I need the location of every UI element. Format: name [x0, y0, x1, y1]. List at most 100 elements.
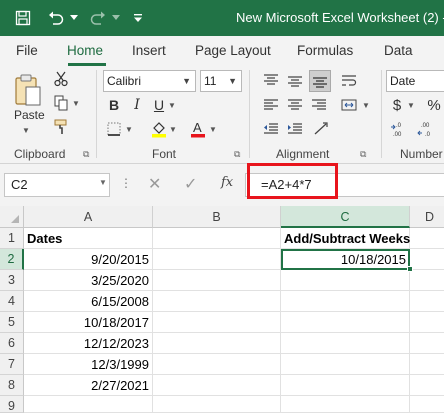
- save-icon[interactable]: [10, 0, 36, 36]
- cell-b6[interactable]: [153, 333, 281, 354]
- increase-indent-icon[interactable]: [285, 120, 305, 138]
- paste-icon[interactable]: [10, 72, 46, 108]
- cell-d6[interactable]: [410, 333, 444, 354]
- cell-a2[interactable]: 9/20/2015: [24, 249, 153, 270]
- cell-a7[interactable]: 12/3/1999: [24, 354, 153, 375]
- column-header-b[interactable]: B: [153, 206, 281, 228]
- format-painter-icon[interactable]: [52, 118, 70, 136]
- undo-icon[interactable]: [44, 0, 68, 36]
- cell-d4[interactable]: [410, 291, 444, 312]
- cell-d2[interactable]: [410, 249, 444, 270]
- cell-c6[interactable]: [281, 333, 410, 354]
- name-box-dropdown-icon[interactable]: ▼: [99, 178, 107, 187]
- cut-icon[interactable]: [52, 70, 70, 88]
- tab-home[interactable]: Home: [67, 43, 103, 58]
- fill-color-dropdown-icon[interactable]: ▼: [169, 125, 177, 134]
- middle-align-icon[interactable]: [285, 72, 305, 90]
- worksheet-grid[interactable]: A B C D 1 2 3 4 5 6 7 8 9 Dates Add/Subt…: [0, 206, 444, 413]
- cell-b2[interactable]: [153, 249, 281, 270]
- fill-handle[interactable]: [407, 266, 413, 272]
- name-box[interactable]: C2: [4, 173, 110, 197]
- number-format-dropdown[interactable]: Date: [386, 70, 444, 92]
- italic-button[interactable]: I: [129, 96, 145, 114]
- cell-c7[interactable]: [281, 354, 410, 375]
- decrease-indent-icon[interactable]: [261, 120, 281, 138]
- font-name-dropdown[interactable]: Calibri ▼: [103, 70, 196, 92]
- cell-c5[interactable]: [281, 312, 410, 333]
- orientation-icon[interactable]: [311, 120, 331, 138]
- align-right-icon[interactable]: [309, 96, 329, 114]
- font-launcher-icon[interactable]: ⧉: [234, 149, 240, 160]
- row-header-1[interactable]: 1: [0, 228, 24, 249]
- borders-icon[interactable]: [106, 121, 122, 137]
- cell-d5[interactable]: [410, 312, 444, 333]
- tab-page-layout[interactable]: Page Layout: [195, 43, 271, 58]
- cell-b3[interactable]: [153, 270, 281, 291]
- cell-b1[interactable]: [153, 228, 281, 249]
- tab-insert[interactable]: Insert: [132, 43, 166, 58]
- cell-c3[interactable]: [281, 270, 410, 291]
- enter-icon[interactable]: ✓: [184, 174, 197, 194]
- fill-color-icon[interactable]: [150, 119, 168, 139]
- decrease-decimal-icon[interactable]: .00 .0: [416, 120, 438, 138]
- cell-d3[interactable]: [410, 270, 444, 291]
- column-header-a[interactable]: A: [24, 206, 153, 228]
- row-header-4[interactable]: 4: [0, 291, 24, 312]
- cell-a8[interactable]: 2/27/2021: [24, 375, 153, 396]
- currency-icon[interactable]: $: [389, 95, 405, 115]
- row-header-5[interactable]: 5: [0, 312, 24, 333]
- alignment-launcher-icon[interactable]: ⧉: [360, 149, 366, 160]
- insert-function-icon[interactable]: fx: [221, 175, 233, 190]
- cell-b8[interactable]: [153, 375, 281, 396]
- tab-formulas[interactable]: Formulas: [297, 43, 353, 58]
- align-center-icon[interactable]: [285, 96, 305, 114]
- cell-d9[interactable]: [410, 396, 444, 413]
- merge-dropdown-icon[interactable]: ▼: [362, 101, 370, 110]
- currency-dropdown-icon[interactable]: ▼: [407, 101, 415, 110]
- tab-file[interactable]: File: [16, 43, 38, 58]
- cell-a1[interactable]: Dates: [24, 228, 153, 249]
- percent-icon[interactable]: %: [425, 95, 443, 115]
- cell-d1[interactable]: [410, 228, 444, 249]
- cell-d8[interactable]: [410, 375, 444, 396]
- tab-data[interactable]: Data: [384, 43, 413, 58]
- copy-dropdown-icon[interactable]: ▼: [72, 99, 80, 108]
- cell-c9[interactable]: [281, 396, 410, 413]
- underline-button[interactable]: U: [151, 96, 167, 114]
- merge-center-icon[interactable]: [339, 96, 359, 114]
- align-left-icon[interactable]: [261, 96, 281, 114]
- cell-a3[interactable]: 3/25/2020: [24, 270, 153, 291]
- cell-a6[interactable]: 12/12/2023: [24, 333, 153, 354]
- row-header-7[interactable]: 7: [0, 354, 24, 375]
- font-color-icon[interactable]: A: [189, 119, 207, 139]
- font-color-dropdown-icon[interactable]: ▼: [209, 125, 217, 134]
- paste-dropdown-icon[interactable]: ▼: [22, 126, 30, 135]
- row-header-9[interactable]: 9: [0, 396, 24, 413]
- copy-icon[interactable]: [52, 94, 70, 112]
- clipboard-launcher-icon[interactable]: ⧉: [83, 149, 89, 160]
- cell-b7[interactable]: [153, 354, 281, 375]
- increase-decimal-icon[interactable]: .0 .00: [389, 120, 411, 138]
- underline-dropdown-icon[interactable]: ▼: [168, 101, 176, 110]
- cell-c1[interactable]: Add/Subtract Weeks: [281, 228, 410, 249]
- cell-d7[interactable]: [410, 354, 444, 375]
- cell-b4[interactable]: [153, 291, 281, 312]
- bottom-align-icon[interactable]: [309, 70, 331, 92]
- column-header-c[interactable]: C: [281, 206, 410, 228]
- row-header-6[interactable]: 6: [0, 333, 24, 354]
- customize-toolbar-icon[interactable]: [130, 0, 146, 36]
- select-all-button[interactable]: [0, 206, 24, 228]
- cell-c4[interactable]: [281, 291, 410, 312]
- row-header-3[interactable]: 3: [0, 270, 24, 291]
- wrap-text-icon[interactable]: [339, 72, 359, 90]
- cell-a9[interactable]: [24, 396, 153, 413]
- cell-c8[interactable]: [281, 375, 410, 396]
- borders-dropdown-icon[interactable]: ▼: [125, 125, 133, 134]
- bold-button[interactable]: B: [106, 96, 122, 114]
- row-header-8[interactable]: 8: [0, 375, 24, 396]
- undo-dropdown-icon[interactable]: [68, 0, 80, 36]
- cell-b9[interactable]: [153, 396, 281, 413]
- cell-a4[interactable]: 6/15/2008: [24, 291, 153, 312]
- paste-label[interactable]: Paste: [14, 108, 45, 122]
- cancel-icon[interactable]: ✕: [148, 174, 161, 194]
